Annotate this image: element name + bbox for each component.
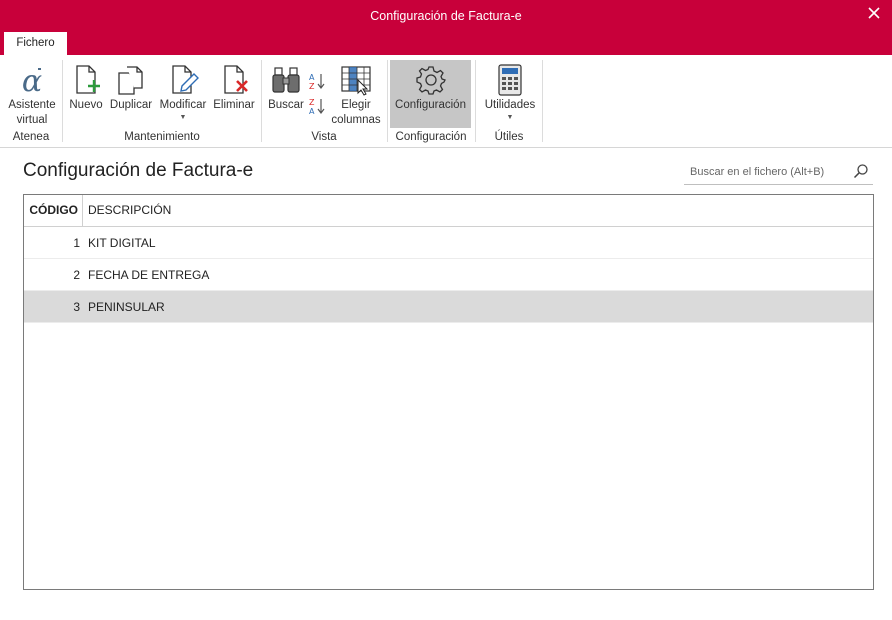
page-title: Configuración de Factura-e xyxy=(23,160,254,181)
group-label-configuracion: Configuración xyxy=(395,131,467,143)
calculator-icon xyxy=(498,64,522,96)
ribbon-divider xyxy=(542,60,543,142)
group-label-mantenimiento: Mantenimiento xyxy=(124,131,200,143)
table-row[interactable]: 1 KIT DIGITAL xyxy=(24,227,873,259)
ribbon-divider xyxy=(261,60,262,142)
svg-text:A: A xyxy=(309,107,315,115)
group-configuracion: Configuración Configuración xyxy=(390,58,472,146)
column-header-codigo[interactable]: CÓDIGO xyxy=(24,195,83,226)
duplicar-label: Duplicar xyxy=(109,99,153,111)
close-icon[interactable] xyxy=(866,5,882,21)
grid-header: CÓDIGO DESCRIPCIÓN xyxy=(24,195,873,227)
cell-descripcion: KIT DIGITAL xyxy=(88,236,156,250)
group-label-atenea: Atenea xyxy=(12,131,50,143)
ribbon-divider xyxy=(475,60,476,142)
group-atenea: α Asistente virtual Atenea xyxy=(2,58,60,146)
configuracion-button[interactable]: Configuración xyxy=(390,60,471,128)
search-box xyxy=(684,158,873,185)
utilidades-text: Utilidades xyxy=(484,99,536,111)
modificar-label: Modificar ▼ xyxy=(156,98,210,123)
columns-icon xyxy=(341,66,371,96)
cell-descripcion: FECHA DE ENTREGA xyxy=(88,268,210,282)
utilidades-button[interactable]: Utilidades ▼ xyxy=(480,60,540,128)
group-utiles: Utilidades ▼ Útiles xyxy=(478,58,540,146)
ribbon-tab-row: Fichero xyxy=(0,32,892,55)
cell-codigo: 1 xyxy=(73,236,80,250)
edit-document-icon xyxy=(172,65,199,94)
asistente-virtual-label: Asistente virtual xyxy=(8,99,56,126)
alpha-icon: α xyxy=(22,64,42,96)
new-document-icon xyxy=(76,65,100,94)
delete-document-icon xyxy=(224,65,248,94)
sort-descending-icon[interactable]: Z A xyxy=(308,97,326,115)
modificar-button[interactable]: Modificar ▼ xyxy=(156,60,210,128)
cell-codigo: 2 xyxy=(73,268,80,282)
cell-codigo: 3 xyxy=(73,300,80,314)
tab-fichero[interactable]: Fichero xyxy=(4,32,67,55)
search-icon[interactable] xyxy=(853,163,869,179)
ribbon: α Asistente virtual Atenea Nuevo Duplica… xyxy=(0,55,892,148)
column-header-descripcion[interactable]: DESCRIPCIÓN xyxy=(88,195,171,226)
svg-text:A: A xyxy=(309,73,315,82)
table-row[interactable]: 3 PENINSULAR xyxy=(24,291,873,323)
table-row[interactable]: 2 FECHA DE ENTREGA xyxy=(24,259,873,291)
modificar-text: Modificar xyxy=(159,99,207,111)
title-bar: Configuración de Factura-e xyxy=(0,0,892,32)
elegir-columnas-button[interactable]: Elegir columnas xyxy=(330,60,382,128)
group-label-utiles: Útiles xyxy=(494,131,524,143)
chevron-down-icon: ▼ xyxy=(179,114,187,121)
configuracion-label: Configuración xyxy=(395,99,466,111)
elegir-columnas-label: Elegir columnas xyxy=(331,99,381,126)
chevron-down-icon: ▼ xyxy=(506,114,514,121)
svg-text:Z: Z xyxy=(309,82,315,90)
svg-text:Z: Z xyxy=(309,98,315,107)
buscar-button[interactable]: Buscar xyxy=(266,60,306,128)
gear-icon xyxy=(415,66,446,95)
search-input[interactable] xyxy=(690,163,840,180)
binoculars-icon xyxy=(272,67,300,93)
group-label-vista: Vista xyxy=(311,131,337,143)
eliminar-label: Eliminar xyxy=(213,99,255,111)
eliminar-button[interactable]: Eliminar xyxy=(212,60,256,128)
duplicar-button[interactable]: Duplicar xyxy=(107,60,155,128)
cell-descripcion: PENINSULAR xyxy=(88,300,165,314)
group-vista: Buscar A Z Z A Elegir columnas Vista xyxy=(264,58,384,146)
duplicate-icon xyxy=(118,66,143,95)
asistente-virtual-button[interactable]: α Asistente virtual xyxy=(4,60,60,128)
group-mantenimiento: Nuevo Duplicar Modificar ▼ Eliminar Mant… xyxy=(66,58,258,146)
ribbon-divider xyxy=(387,60,388,142)
sort-ascending-icon[interactable]: A Z xyxy=(308,72,326,90)
data-grid: CÓDIGO DESCRIPCIÓN 1 KIT DIGITAL 2 FECHA… xyxy=(23,194,874,590)
ribbon-divider xyxy=(62,60,63,142)
window-title: Configuración de Factura-e xyxy=(370,9,522,23)
nuevo-label: Nuevo xyxy=(69,99,103,111)
nuevo-button[interactable]: Nuevo xyxy=(67,60,105,128)
utilidades-label: Utilidades ▼ xyxy=(480,98,540,123)
buscar-label: Buscar xyxy=(268,99,304,111)
